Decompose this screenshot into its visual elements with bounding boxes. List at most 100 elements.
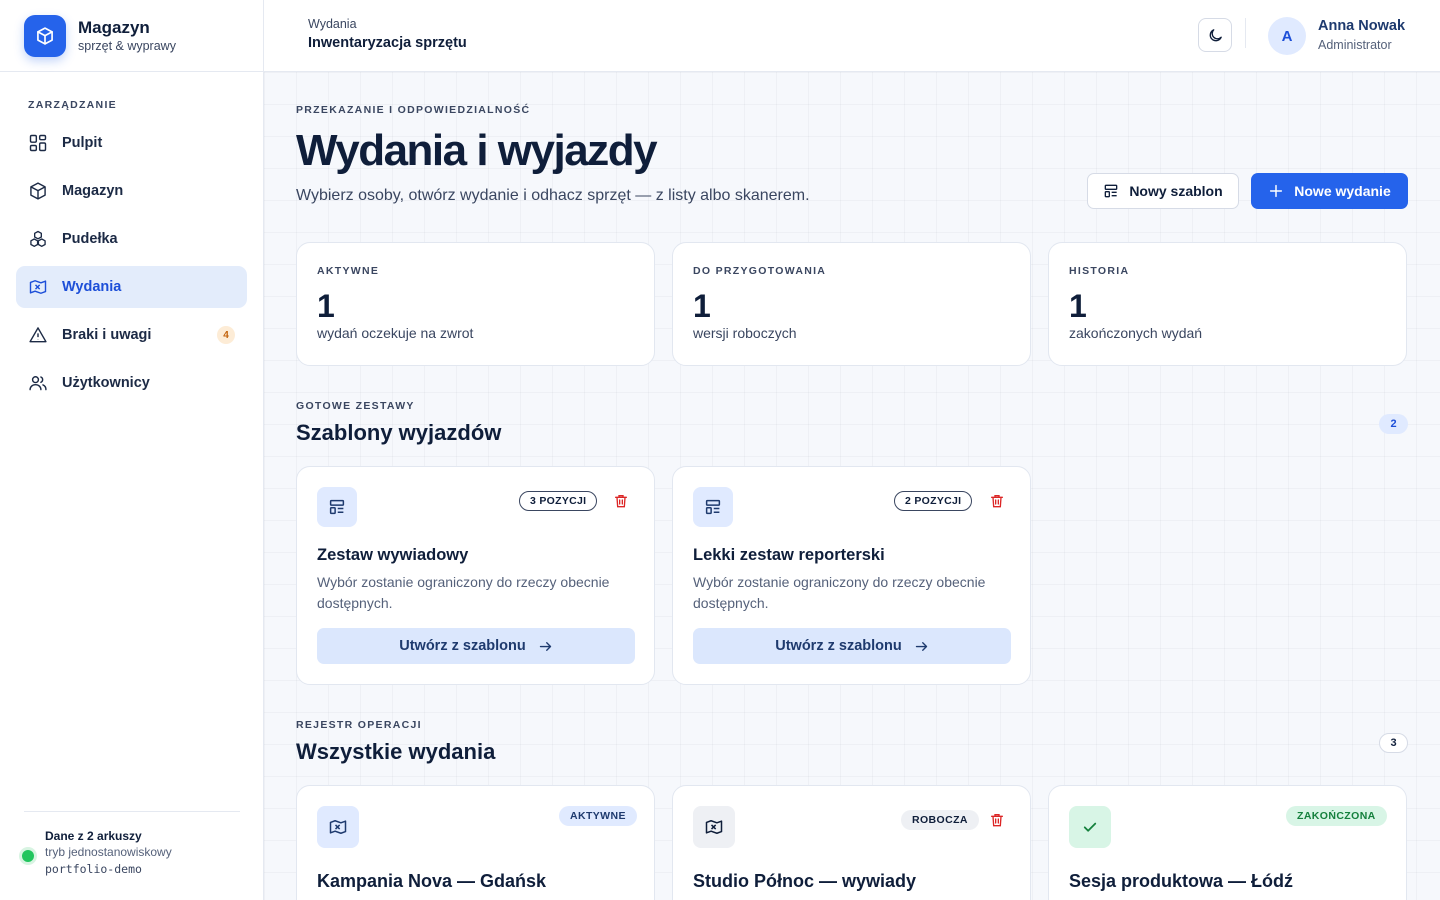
map-icon	[705, 820, 723, 834]
data-source-info: Dane z 2 arkuszy tryb jednostanowiskowy …	[22, 811, 240, 878]
breadcrumb-page: Inwentaryzacja sprzętu	[308, 35, 467, 51]
divider	[1245, 18, 1246, 48]
notification-badge: 4	[217, 326, 235, 344]
sidebar-item-label: Braki i uwagi	[62, 327, 152, 343]
sidebar-item-label: Pulpit	[62, 135, 103, 151]
template-title: Zestaw wywiadowy	[317, 546, 469, 564]
issue-tile	[693, 806, 735, 848]
avatar[interactable]: A	[1268, 17, 1306, 55]
box-icon	[30, 182, 46, 200]
user-role: Administrator	[1318, 38, 1392, 52]
create-from-template-label: Utwórz z szablonu	[775, 638, 902, 654]
template-icon	[1104, 184, 1118, 198]
create-from-template-button[interactable]: Utwórz z szablonu	[317, 628, 635, 664]
data-source-mode: tryb jednostanowiskowy	[45, 845, 172, 859]
stat-subtitle: wersji roboczych	[693, 325, 797, 341]
templates-eyebrow: GOTOWE ZESTAWY	[296, 400, 415, 412]
template-tile	[317, 487, 357, 527]
sidebar-item-wydania[interactable]: Wydania	[16, 266, 247, 308]
template-card: 3 POZYCJI Zestaw wywiadowy Wybór zostani…	[296, 466, 655, 685]
templates-title: Szablony wyjazdów	[296, 420, 502, 445]
sidebar-item-label: Użytkownicy	[62, 375, 150, 391]
issue-title: Sesja produktowa — Łódź	[1069, 871, 1294, 891]
brand-name: Magazyn	[78, 17, 150, 37]
sidebar-nav: Pulpit Magazyn Pudełka Wydania Braki i u…	[16, 122, 247, 410]
boxes-icon	[30, 230, 46, 247]
plus-icon	[1270, 184, 1283, 198]
create-from-template-label: Utwórz z szablonu	[399, 638, 526, 654]
create-from-template-button[interactable]: Utwórz z szablonu	[693, 628, 1011, 664]
grid-icon	[29, 134, 47, 152]
issue-title: Kampania Nova — Gdańsk	[317, 871, 547, 891]
sidebar: Magazyn sprzęt & wyprawy ZARZĄDZANIE Pul…	[0, 0, 264, 900]
alert-triangle-icon	[29, 327, 47, 343]
map-icon	[329, 820, 347, 834]
template-icon	[705, 499, 721, 515]
data-source-title: Dane z 2 arkuszy	[45, 829, 142, 843]
stat-value: 1	[317, 288, 335, 324]
page-lead: Wybierz osoby, otwórz wydanie i odhacz s…	[296, 187, 810, 204]
trash-icon[interactable]	[989, 812, 1005, 828]
operations-count-badge: 3	[1379, 733, 1408, 753]
items-count-badge: 3 POZYCJI	[519, 491, 598, 511]
nav-heading: ZARZĄDZANIE	[28, 99, 117, 111]
brand-subtitle: sprzęt & wyprawy	[78, 38, 176, 53]
templates-count-badge: 2	[1379, 414, 1408, 434]
sidebar-item-magazyn[interactable]: Magazyn	[16, 170, 247, 212]
trash-icon[interactable]	[989, 493, 1005, 509]
issue-card[interactable]: AKTYWNE Kampania Nova — Gdańsk	[296, 785, 655, 900]
page-eyebrow: PRZEKAZANIE I ODPOWIEDZIALNOŚĆ	[296, 104, 531, 116]
moon-icon	[1209, 28, 1222, 41]
data-source-code: portfolio-demo	[45, 862, 142, 876]
arrow-right-icon	[915, 641, 927, 651]
status-badge: ROBOCZA	[901, 810, 979, 830]
page-title: Wydania i wyjazdy	[296, 126, 658, 175]
stat-label: HISTORIA	[1069, 265, 1130, 277]
sidebar-item-braki[interactable]: Braki i uwagi 4	[16, 314, 247, 356]
new-template-button[interactable]: Nowy szablon	[1087, 173, 1239, 209]
stat-card-history: HISTORIA 1 zakończonych wydań	[1048, 242, 1407, 366]
status-dot-icon	[22, 850, 34, 862]
items-count-badge: 2 POZYCJI	[894, 491, 973, 511]
user-name[interactable]: Anna Nowak	[1318, 18, 1405, 34]
template-title: Lekki zestaw reporterski	[693, 546, 885, 564]
stat-label: AKTYWNE	[317, 265, 380, 277]
new-template-label: Nowy szablon	[1129, 183, 1223, 199]
issue-tile	[1069, 806, 1111, 848]
breadcrumb-section: Wydania	[308, 17, 357, 31]
stat-label: DO PRZYGOTOWANIA	[693, 265, 827, 277]
stat-card-active: AKTYWNE 1 wydań oczekuje na zwrot	[296, 242, 655, 366]
template-icon	[329, 499, 345, 515]
topbar: Wydania Inwentaryzacja sprzętu A Anna No…	[264, 0, 1440, 72]
stat-value: 1	[1069, 288, 1087, 324]
issue-card[interactable]: ROBOCZA Studio Północ — wywiady	[672, 785, 1031, 900]
status-badge: AKTYWNE	[559, 806, 637, 826]
stat-value: 1	[693, 288, 711, 324]
arrow-right-icon	[539, 641, 551, 651]
sidebar-item-pudelka[interactable]: Pudełka	[16, 218, 247, 260]
stat-subtitle: wydań oczekuje na zwrot	[317, 325, 474, 341]
sidebar-item-uzytkownicy[interactable]: Użytkownicy	[16, 362, 247, 404]
sidebar-item-label: Pudełka	[62, 231, 118, 247]
template-card: 2 POZYCJI Lekki zestaw reporterski Wybór…	[672, 466, 1031, 685]
trash-icon[interactable]	[613, 493, 629, 509]
brand[interactable]: Magazyn sprzęt & wyprawy	[0, 0, 263, 72]
sidebar-item-label: Wydania	[62, 279, 122, 295]
stat-subtitle: zakończonych wydań	[1069, 325, 1203, 341]
check-icon	[1083, 822, 1097, 832]
sidebar-item-label: Magazyn	[62, 183, 124, 199]
sidebar-item-pulpit[interactable]: Pulpit	[16, 122, 247, 164]
status-badge: ZAKOŃCZONA	[1286, 806, 1387, 826]
operations-eyebrow: REJESTR OPERACJI	[296, 719, 422, 731]
main-content: PRZEKAZANIE I ODPOWIEDZIALNOŚĆ Wydania i…	[264, 72, 1440, 900]
new-issue-label: Nowe wydanie	[1294, 183, 1391, 199]
map-icon	[29, 280, 47, 294]
operations-title: Wszystkie wydania	[296, 739, 496, 764]
issue-tile	[317, 806, 359, 848]
template-description: Wybór zostanie ograniczony do rzeczy obe…	[317, 574, 610, 611]
new-issue-button[interactable]: Nowe wydanie	[1251, 173, 1408, 209]
template-description: Wybór zostanie ograniczony do rzeczy obe…	[693, 574, 986, 611]
theme-toggle-button[interactable]	[1198, 18, 1232, 52]
issue-title: Studio Północ — wywiady	[693, 871, 917, 891]
issue-card[interactable]: ZAKOŃCZONA Sesja produktowa — Łódź	[1048, 785, 1407, 900]
